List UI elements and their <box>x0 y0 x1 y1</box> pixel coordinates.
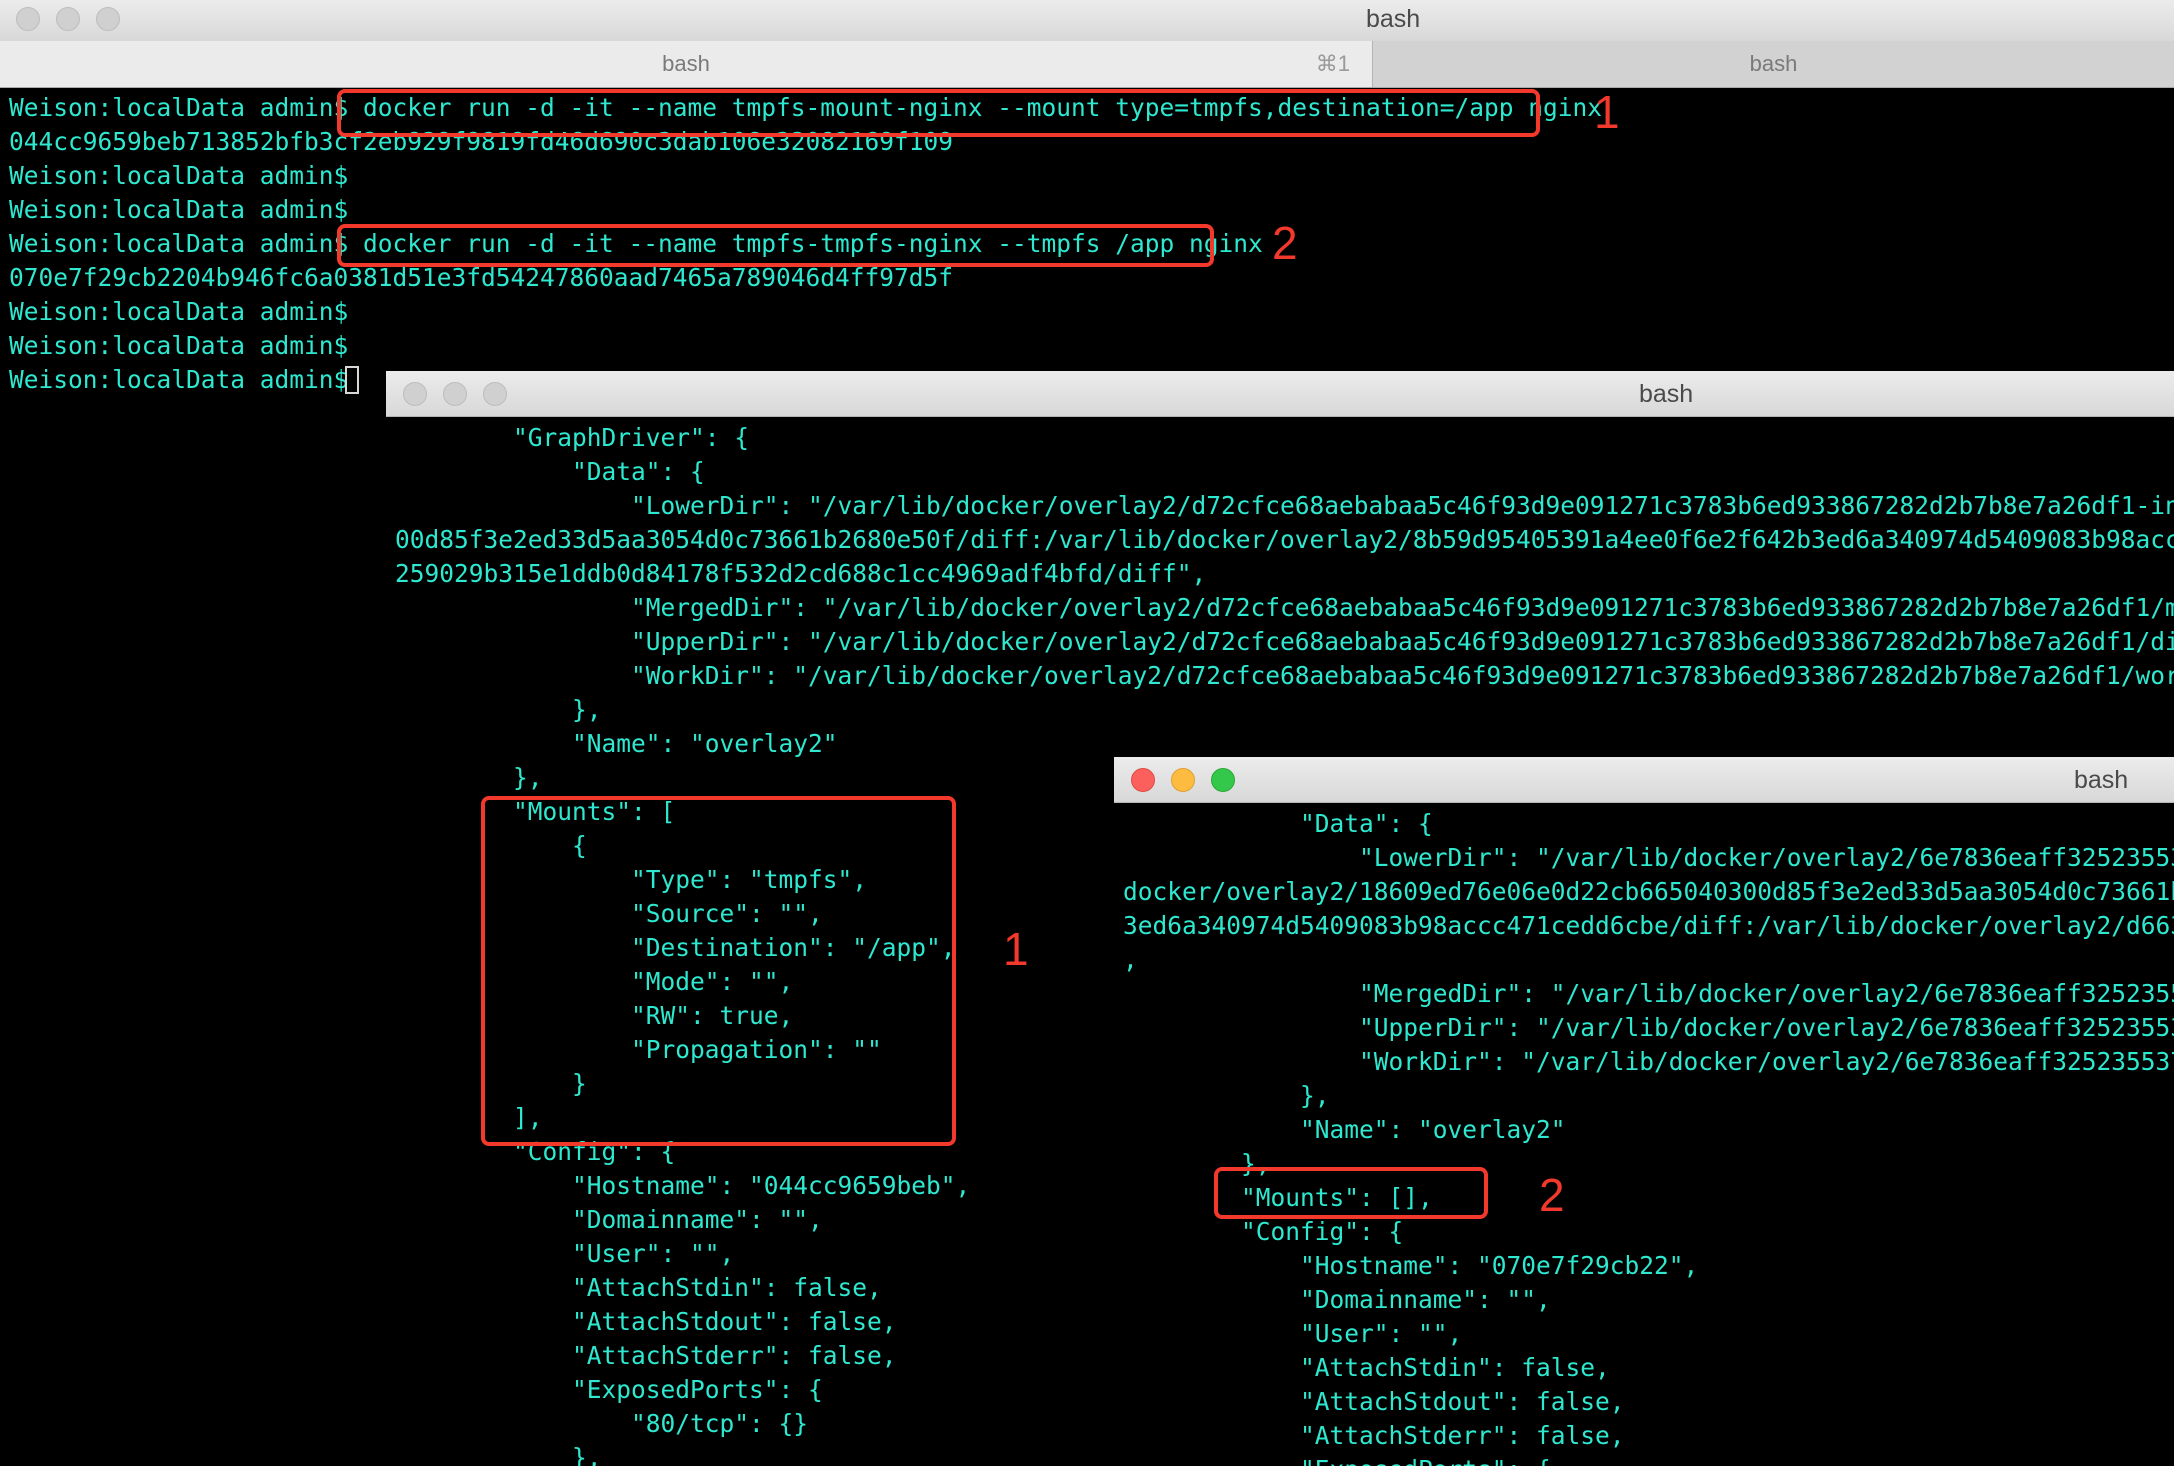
terminal-line: "Name": "overlay2" <box>395 729 838 758</box>
terminal-line: "ExposedPorts": { <box>395 1375 823 1404</box>
terminal-line: "LowerDir": "/var/lib/docker/overlay2/6e… <box>1123 843 2174 872</box>
terminal-line: "LowerDir": "/var/lib/docker/overlay2/d7… <box>395 491 2174 520</box>
back-window-titlebar[interactable]: bash <box>0 0 2174 42</box>
terminal-line: }, <box>395 695 602 724</box>
minimize-button[interactable] <box>1171 768 1195 792</box>
window-title: bash <box>1366 5 1421 33</box>
window-title: bash <box>2074 766 2129 794</box>
middle-window-titlebar[interactable]: bash <box>386 371 2174 417</box>
terminal-line: "80/tcp": {} <box>395 1409 809 1438</box>
terminal-line: "Config": { <box>1123 1217 1404 1246</box>
terminal-line: "WorkDir": "/var/lib/docker/overlay2/d72… <box>395 661 2174 690</box>
terminal-output[interactable]: "Data": { "LowerDir": "/var/lib/docker/o… <box>1114 807 2174 1466</box>
tab-bash-2[interactable]: bash <box>1373 41 2174 87</box>
terminal-line: "AttachStderr": false, <box>1123 1421 1625 1450</box>
terminal-line: docker/overlay2/18609ed76e06e0d22cb66504… <box>1123 877 2174 906</box>
terminal-line: }, <box>1123 1081 1330 1110</box>
terminal-line: "Hostname": "070e7f29cb22", <box>1123 1251 1699 1280</box>
window-title: bash <box>1639 380 1694 408</box>
annotation-box-mounts-1 <box>481 796 956 1146</box>
tab-label: bash <box>1749 51 1798 76</box>
annotation-box-command-1 <box>337 89 1540 137</box>
minimize-button[interactable] <box>443 382 467 406</box>
terminal-line: "WorkDir": "/var/lib/docker/overlay2/6e7… <box>1123 1047 2174 1076</box>
terminal-line: "UpperDir": "/var/lib/docker/overlay2/d7… <box>395 627 2174 656</box>
annotation-label-2: 2 <box>1272 217 1298 269</box>
terminal-line: 00d85f3e2ed33d5aa3054d0c73661b2680e50f/d… <box>395 525 2174 554</box>
terminal-line: Weison:localData admin$ <box>9 161 364 190</box>
terminal-line: "AttachStdout": false, <box>395 1307 897 1336</box>
zoom-button[interactable] <box>483 382 507 406</box>
tab-label: bash <box>662 51 710 76</box>
annotation-box-command-2 <box>337 224 1214 267</box>
terminal-line: "Data": { <box>1123 809 1433 838</box>
close-button[interactable] <box>403 382 427 406</box>
annotation-label-mounts-2: 2 <box>1539 1169 1565 1221</box>
terminal-line: "MergedDir": "/var/lib/docker/overlay2/6… <box>1123 979 2174 1008</box>
annotation-label-mounts-1: 1 <box>1003 923 1029 975</box>
terminal-line: Weison:localData admin$ <box>9 195 364 224</box>
close-button[interactable] <box>1131 768 1155 792</box>
terminal-line: , <box>1123 945 1138 974</box>
terminal-line: "Data": { <box>395 457 705 486</box>
terminal-line: "User": "", <box>1123 1319 1463 1348</box>
terminal-line: "Name": "overlay2" <box>1123 1115 1566 1144</box>
terminal-line: Weison:localData admin$ <box>9 297 364 326</box>
terminal-line: }, <box>395 763 543 792</box>
tab-bash-1[interactable]: bash ⌘1 <box>0 41 1373 87</box>
terminal-line: "UpperDir": "/var/lib/docker/overlay2/6e… <box>1123 1013 2174 1042</box>
annotation-box-mounts-2 <box>1214 1167 1488 1219</box>
terminal-line: 3ed6a340974d5409083b98accc471cedd6cbe/di… <box>1123 911 2174 940</box>
close-button[interactable] <box>16 7 40 31</box>
annotation-label-1: 1 <box>1594 86 1620 138</box>
terminal-line: "AttachStdin": false, <box>395 1273 882 1302</box>
terminal-line: "User": "", <box>395 1239 735 1268</box>
terminal-line: "AttachStdin": false, <box>1123 1353 1610 1382</box>
tab-bar: bash ⌘1 bash <box>0 41 2174 88</box>
terminal-line: "Domainname": "", <box>395 1205 823 1234</box>
terminal-line: "GraphDriver": { <box>395 423 750 452</box>
zoom-button[interactable] <box>96 7 120 31</box>
zoom-button[interactable] <box>1211 768 1235 792</box>
terminal-line: "AttachStderr": false, <box>395 1341 897 1370</box>
terminal-line: "Hostname": "044cc9659beb", <box>395 1171 971 1200</box>
terminal-line: "MergedDir": "/var/lib/docker/overlay2/d… <box>395 593 2174 622</box>
terminal-line: }, <box>395 1443 602 1466</box>
terminal-line: Weison:localData admin$ <box>9 331 364 360</box>
front-terminal-window[interactable]: bash "Data": { "LowerDir": "/var/lib/doc… <box>1114 757 2174 1466</box>
tab-shortcut: ⌘1 <box>1315 51 1350 76</box>
terminal-line: "Domainname": "", <box>1123 1285 1551 1314</box>
terminal-cursor <box>345 366 359 394</box>
terminal-line: "AttachStdout": false, <box>1123 1387 1625 1416</box>
terminal-line: Weison:localData admin$ <box>9 365 364 394</box>
terminal-line: 259029b315e1ddb0d84178f532d2cd688c1cc496… <box>395 559 1207 588</box>
minimize-button[interactable] <box>56 7 80 31</box>
front-window-titlebar[interactable]: bash <box>1114 757 2174 803</box>
terminal-line: "ExposedPorts": { <box>1123 1453 1551 1466</box>
